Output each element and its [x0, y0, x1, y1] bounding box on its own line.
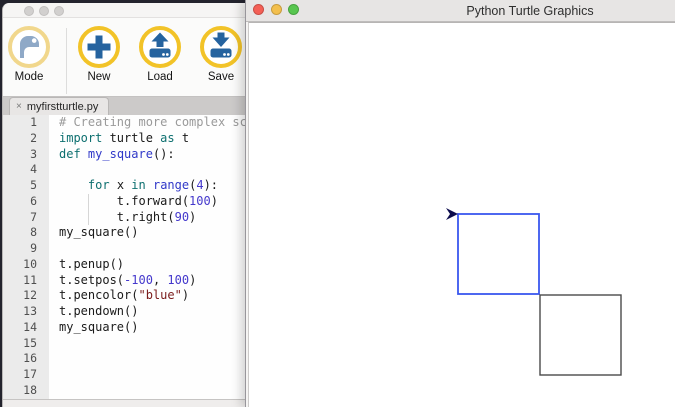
code-text [49, 241, 59, 257]
tab-label: myfirstturtle.py [27, 101, 99, 113]
save-button-label: Save [193, 71, 245, 83]
code-text [49, 367, 59, 383]
line-number: 10 [3, 257, 49, 273]
code-text: t.forward(100) [49, 194, 218, 210]
line-number: 3 [3, 147, 49, 163]
line-number: 17 [3, 367, 49, 383]
line-number: 8 [3, 225, 49, 241]
code-text [49, 351, 59, 367]
code-line[interactable]: 8my_square() [3, 225, 245, 241]
toolbar-separator [66, 28, 67, 94]
code-line[interactable]: 14my_square() [3, 320, 245, 336]
tab-bar: × myfirstturtle.py [3, 96, 245, 115]
mode-button[interactable]: Mode [2, 25, 57, 83]
code-line[interactable]: 3def my_square(): [3, 147, 245, 163]
line-number: 2 [3, 131, 49, 147]
line-number: 14 [3, 320, 49, 336]
code-line[interactable]: 2import turtle as t [3, 131, 245, 147]
code-text [49, 336, 59, 352]
code-text: def my_square(): [49, 147, 175, 163]
line-number: 7 [3, 210, 49, 226]
line-number: 12 [3, 288, 49, 304]
indent-guide [88, 210, 89, 226]
turtle-cursor-icon [446, 208, 458, 220]
code-text: import turtle as t [49, 131, 189, 147]
line-number: 6 [3, 194, 49, 210]
code-text: my_square() [49, 320, 138, 336]
line-number: 5 [3, 178, 49, 194]
turtle-graphics-window: Python Turtle Graphics [245, 0, 675, 407]
code-text: t.penup() [49, 257, 124, 273]
code-text [49, 162, 59, 178]
new-file-icon [77, 25, 121, 69]
code-line[interactable]: 7 t.right(90) [3, 210, 245, 226]
code-text: for x in range(4): [49, 178, 218, 194]
code-text: t.pendown() [49, 304, 138, 320]
code-line[interactable]: 12t.pencolor("blue") [3, 288, 245, 304]
tab-close-icon[interactable]: × [16, 102, 22, 112]
code-line[interactable]: 10t.penup() [3, 257, 245, 273]
turtle-titlebar[interactable]: Python Turtle Graphics [246, 0, 675, 22]
turtle-canvas-svg [249, 23, 675, 407]
save-icon [199, 25, 243, 69]
turtle-canvas[interactable] [248, 22, 675, 407]
blue-square [458, 214, 539, 294]
line-number: 11 [3, 273, 49, 289]
code-text: t.pencolor("blue") [49, 288, 189, 304]
line-number: 18 [3, 383, 49, 399]
code-editor[interactable]: 1# Creating more complex sc2import turtl… [3, 115, 245, 399]
load-button[interactable]: Load [132, 25, 188, 83]
close-button-inactive[interactable] [24, 6, 34, 16]
mu-titlebar[interactable] [3, 3, 245, 18]
code-line[interactable]: 13t.pendown() [3, 304, 245, 320]
code-text: # Creating more complex sc [49, 115, 245, 131]
minimize-button[interactable] [271, 4, 282, 15]
mu-editor-window: Mode New Load [2, 3, 245, 407]
code-line[interactable]: 11t.setpos(-100, 100) [3, 273, 245, 289]
code-text: t.setpos(-100, 100) [49, 273, 196, 289]
code-line[interactable]: 4 [3, 162, 245, 178]
minimize-button-inactive[interactable] [39, 6, 49, 16]
status-bar [3, 399, 245, 407]
zoom-button-inactive[interactable] [54, 6, 64, 16]
code-text: my_square() [49, 225, 138, 241]
code-text: t.right(90) [49, 210, 196, 226]
mode-button-label: Mode [2, 71, 57, 83]
code-line[interactable]: 6 t.forward(100) [3, 194, 245, 210]
close-button[interactable] [253, 4, 264, 15]
tab-myfirstturtle[interactable]: × myfirstturtle.py [9, 97, 109, 115]
code-line[interactable]: 17 [3, 367, 245, 383]
new-button[interactable]: New [71, 25, 127, 83]
load-button-label: Load [132, 71, 188, 83]
new-button-label: New [71, 71, 127, 83]
indent-guide [88, 194, 89, 210]
code-line[interactable]: 9 [3, 241, 245, 257]
black-square [540, 295, 621, 375]
code-line[interactable]: 18 [3, 383, 245, 399]
line-number: 16 [3, 351, 49, 367]
line-number: 13 [3, 304, 49, 320]
mu-toolbar: Mode New Load [3, 18, 245, 96]
code-line[interactable]: 16 [3, 351, 245, 367]
code-text [49, 383, 59, 399]
line-number: 9 [3, 241, 49, 257]
line-number: 15 [3, 336, 49, 352]
zoom-button[interactable] [288, 4, 299, 15]
mode-icon [7, 25, 51, 69]
code-line[interactable]: 5 for x in range(4): [3, 178, 245, 194]
code-line[interactable]: 15 [3, 336, 245, 352]
line-number: 1 [3, 115, 49, 131]
code-line[interactable]: 1# Creating more complex sc [3, 115, 245, 131]
window-title: Python Turtle Graphics [466, 4, 593, 18]
save-button[interactable]: Save [193, 25, 245, 83]
line-number: 4 [3, 162, 49, 178]
load-icon [138, 25, 182, 69]
